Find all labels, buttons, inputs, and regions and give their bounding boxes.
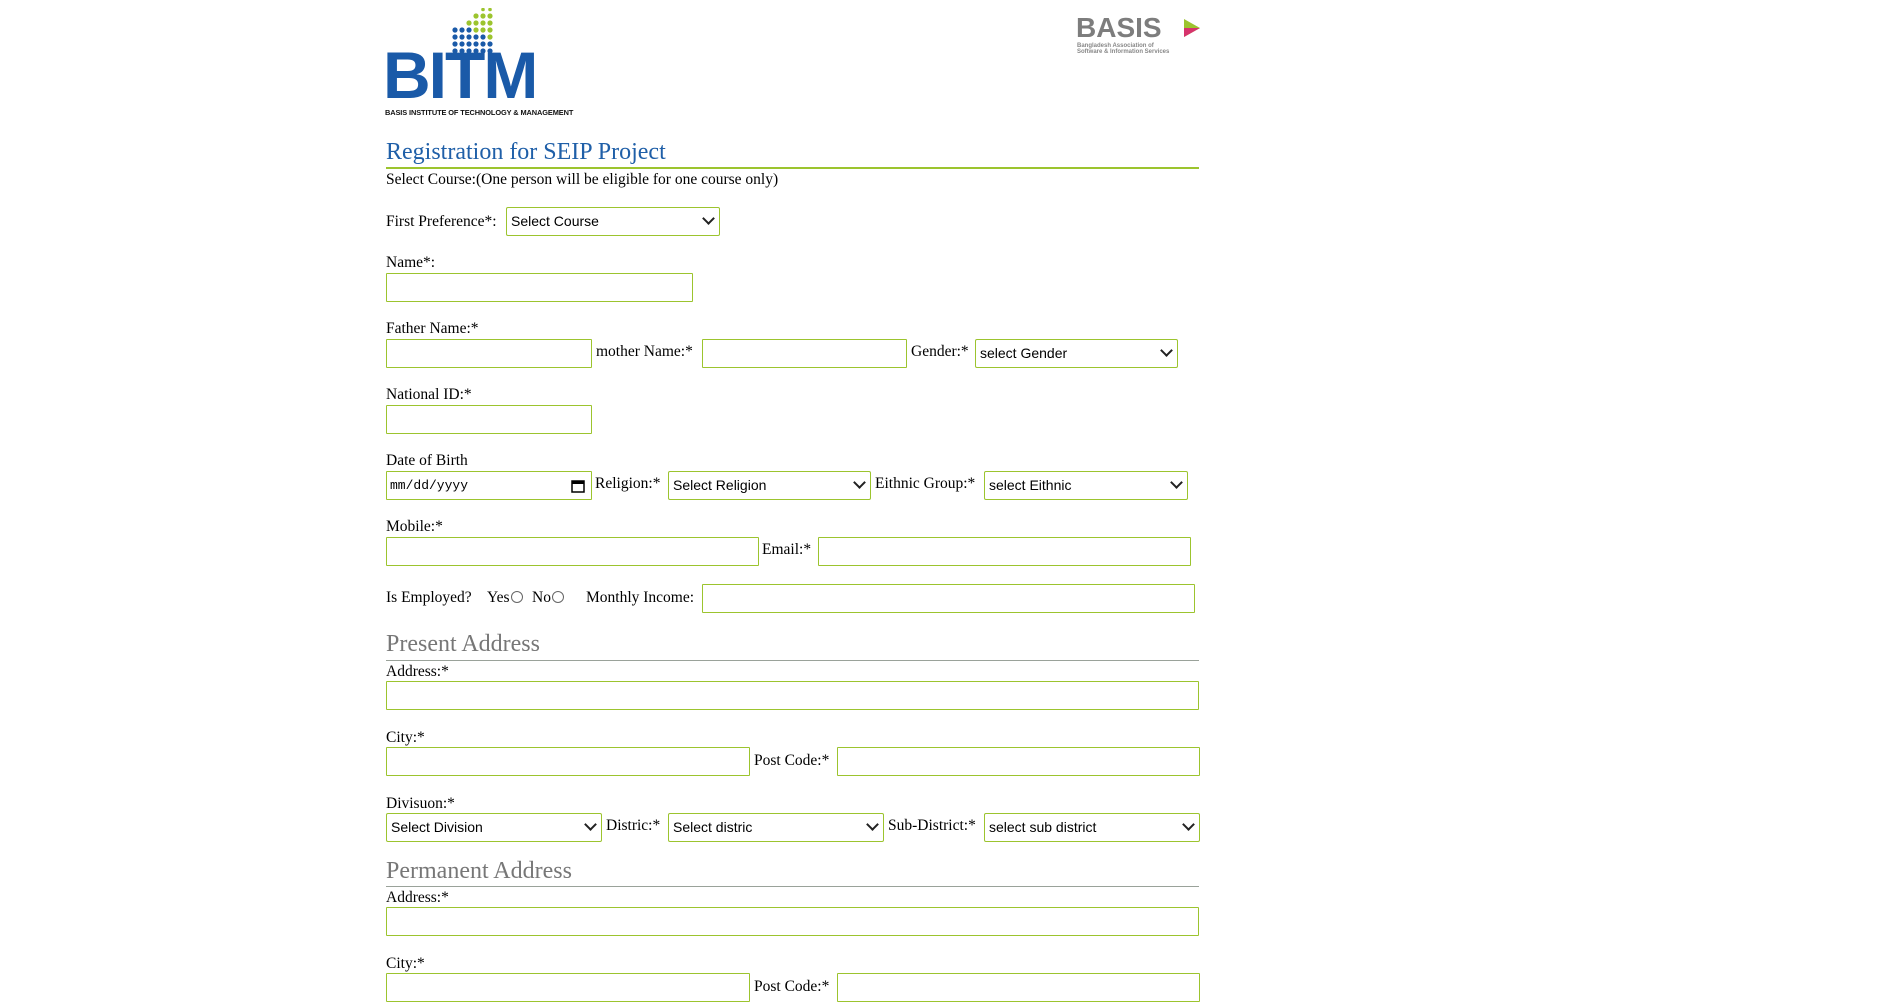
- religion-value: Select Religion: [673, 477, 767, 493]
- first-preference-select[interactable]: Select Course: [506, 207, 720, 236]
- present-division-value: Select Division: [391, 819, 483, 835]
- present-division-select[interactable]: Select Division: [386, 813, 602, 842]
- employed-no-label: No: [532, 589, 551, 606]
- present-address-label: Address:*: [386, 663, 449, 680]
- present-postcode-input[interactable]: [837, 747, 1200, 776]
- permanent-address-heading: Permanent Address: [386, 858, 572, 884]
- name-input[interactable]: [386, 273, 693, 302]
- name-label: Name*:: [386, 254, 436, 271]
- chevron-down-icon: [1182, 818, 1195, 831]
- chevron-down-icon: [702, 212, 715, 225]
- dob-label: Date of Birth: [386, 452, 468, 469]
- employed-yes[interactable]: Yes: [487, 589, 523, 607]
- basis-play-icon: [1184, 19, 1200, 37]
- email-label: Email:*: [762, 541, 812, 558]
- course-note: Select Course:(One person will be eligib…: [386, 171, 779, 188]
- bitm-logo: BITM BASIS INSTITUTE OF TECHNOLOGY & MAN…: [383, 8, 603, 120]
- gender-value: select Gender: [980, 345, 1068, 361]
- present-district-label: Distric:*: [606, 817, 661, 834]
- chevron-down-icon: [584, 818, 597, 831]
- present-subdistrict-value: select sub district: [989, 819, 1097, 835]
- national-id-input[interactable]: [386, 405, 592, 434]
- present-subdistrict-select[interactable]: select sub district: [984, 813, 1200, 842]
- mobile-input[interactable]: [386, 537, 759, 566]
- father-name-label: Father Name:*: [386, 320, 479, 337]
- ethnic-label: Eithnic Group:*: [875, 475, 976, 492]
- religion-label: Religion:*: [595, 475, 661, 492]
- title-divider: [386, 167, 1199, 169]
- present-city-input[interactable]: [386, 747, 750, 776]
- employed-no[interactable]: No: [532, 589, 564, 607]
- email-input[interactable]: [818, 537, 1191, 566]
- basis-logo-subtitle-2: Software & Information Services: [1077, 49, 1170, 55]
- bitm-logo-subtitle: BASIS INSTITUTE OF TECHNOLOGY & MANAGEME…: [385, 108, 574, 117]
- present-division-label: Divisuon:*: [386, 795, 455, 812]
- mother-name-input[interactable]: [702, 339, 907, 368]
- present-address-divider: [386, 660, 1199, 661]
- religion-select[interactable]: Select Religion: [668, 471, 871, 500]
- first-preference-label: First Preference*:: [386, 213, 497, 230]
- father-name-input[interactable]: [386, 339, 592, 368]
- ethnic-value: select Eithnic: [989, 477, 1072, 493]
- present-subdistrict-label: Sub-District:*: [888, 817, 976, 834]
- employed-label: Is Employed?: [386, 589, 472, 606]
- income-input[interactable]: [702, 584, 1195, 613]
- mobile-label: Mobile:*: [386, 518, 443, 535]
- employed-yes-label: Yes: [487, 589, 510, 606]
- chevron-down-icon: [1170, 476, 1183, 489]
- permanent-city-input[interactable]: [386, 973, 750, 1002]
- first-preference-value: Select Course: [511, 213, 599, 229]
- basis-logo-text: BASIS: [1076, 12, 1162, 43]
- permanent-address-label: Address:*: [386, 889, 449, 906]
- gender-label: Gender:*: [911, 343, 969, 360]
- present-district-value: Select distric: [673, 819, 753, 835]
- permanent-postcode-input[interactable]: [837, 973, 1200, 1002]
- present-address-input[interactable]: [386, 681, 1199, 710]
- bitm-logo-text: BITM: [383, 38, 538, 112]
- chevron-down-icon: [1160, 344, 1173, 357]
- mother-name-label: mother Name:*: [596, 343, 693, 360]
- permanent-postcode-label: Post Code:*: [754, 978, 830, 995]
- page-title: Registration for SEIP Project: [386, 139, 666, 165]
- permanent-address-input[interactable]: [386, 907, 1199, 936]
- basis-logo: BASIS Bangladesh Association of Software…: [1076, 14, 1206, 58]
- present-city-label: City:*: [386, 729, 425, 746]
- gender-select[interactable]: select Gender: [975, 339, 1178, 368]
- income-label: Monthly Income:: [586, 589, 695, 606]
- national-id-label: National ID:*: [386, 386, 472, 403]
- permanent-city-label: City:*: [386, 955, 425, 972]
- chevron-down-icon: [866, 818, 879, 831]
- radio-yes[interactable]: [510, 591, 523, 603]
- dob-input[interactable]: mm/dd/yyyy: [386, 471, 592, 500]
- permanent-address-divider: [386, 886, 1199, 887]
- present-district-select[interactable]: Select distric: [668, 813, 884, 842]
- ethnic-select[interactable]: select Eithnic: [984, 471, 1188, 500]
- radio-no[interactable]: [551, 591, 564, 603]
- chevron-down-icon: [853, 476, 866, 489]
- present-postcode-label: Post Code:*: [754, 752, 830, 769]
- present-address-heading: Present Address: [386, 631, 540, 657]
- dob-placeholder: mm/dd/yyyy: [390, 478, 469, 493]
- calendar-icon[interactable]: [571, 479, 585, 493]
